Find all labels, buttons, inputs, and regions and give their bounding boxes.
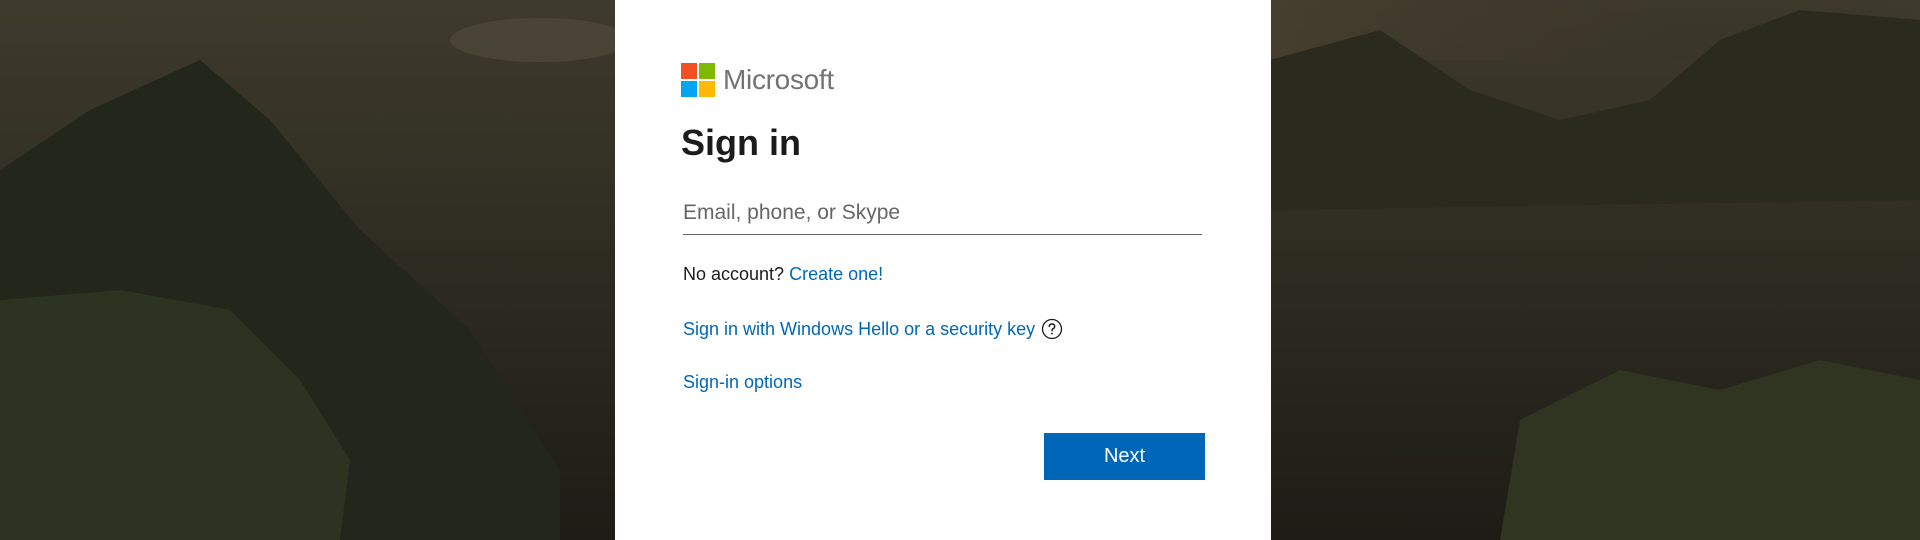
page-title: Sign in [681, 122, 801, 163]
email-field[interactable] [683, 192, 1202, 235]
create-account-link[interactable]: Create one! [789, 264, 883, 284]
no-account-text: No account? [683, 264, 785, 284]
no-account-row: No account? Create one! [683, 264, 883, 285]
sign-in-options-row: Sign-in options [683, 372, 802, 393]
logo-square-blue [681, 81, 697, 97]
brand-name: Microsoft [723, 64, 834, 95]
microsoft-logo: Microsoft [681, 63, 834, 97]
next-button[interactable]: Next [1044, 433, 1205, 480]
windows-hello-link[interactable]: Sign in with Windows Hello or a security… [683, 319, 1035, 340]
microsoft-logo-icon [681, 63, 715, 97]
logo-square-green [699, 63, 715, 79]
sign-in-card: Microsoft Sign in No account? Create one… [615, 0, 1271, 540]
sign-in-options-link[interactable]: Sign-in options [683, 372, 802, 392]
logo-square-yellow [699, 81, 715, 97]
windows-hello-row: Sign in with Windows Hello or a security… [683, 318, 1063, 340]
question-circle-icon[interactable] [1041, 318, 1063, 340]
logo-square-red [681, 63, 697, 79]
